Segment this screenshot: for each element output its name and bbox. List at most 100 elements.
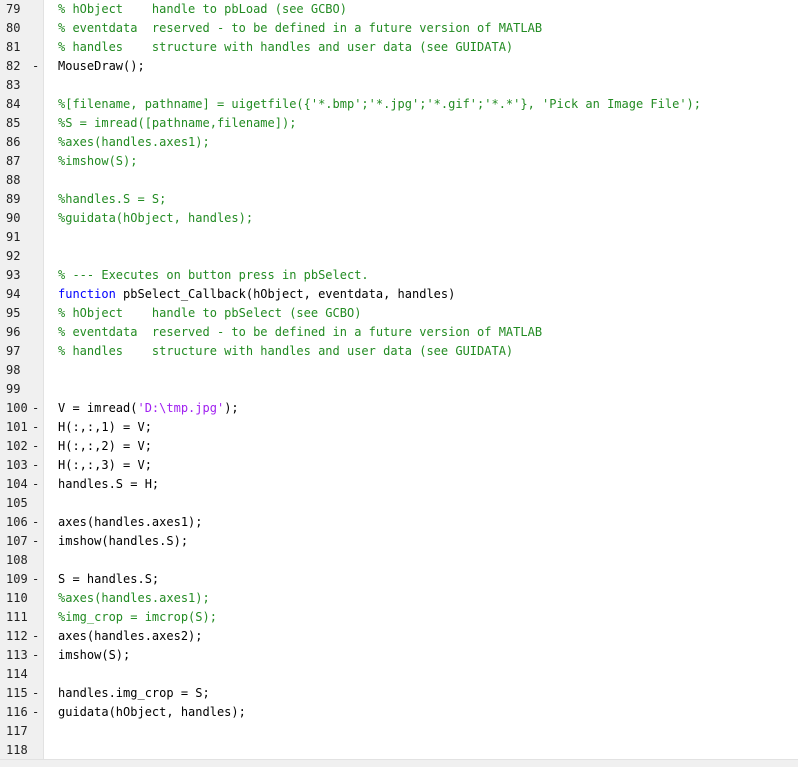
code-line[interactable]: 117 <box>0 722 798 741</box>
code-line[interactable]: 111 %img_crop = imcrop(S); <box>0 608 798 627</box>
breakpoint-marker[interactable]: - <box>32 456 40 475</box>
code-text[interactable]: %guidata(hObject, handles); <box>58 209 253 228</box>
line-number: 116 <box>6 705 28 719</box>
code-line[interactable]: 97 % handles structure with handles and u… <box>0 342 798 361</box>
code-line[interactable]: 101- H(:,:,1) = V; <box>0 418 798 437</box>
code-line[interactable]: 103- H(:,:,3) = V; <box>0 456 798 475</box>
code-line[interactable]: 90 %guidata(hObject, handles); <box>0 209 798 228</box>
code-text[interactable]: axes(handles.axes2); <box>58 627 203 646</box>
breakpoint-marker[interactable]: - <box>32 570 40 589</box>
code-text[interactable]: H(:,:,2) = V; <box>58 437 152 456</box>
breakpoint-marker[interactable]: - <box>32 703 40 722</box>
code-line[interactable]: 93 % --- Executes on button press in pbSe… <box>0 266 798 285</box>
code-text[interactable]: imshow(handles.S); <box>58 532 188 551</box>
code-line[interactable]: 89 %handles.S = S; <box>0 190 798 209</box>
line-number: 104 <box>6 477 28 491</box>
code-text[interactable]: axes(handles.axes1); <box>58 513 203 532</box>
code-text[interactable]: % hObject handle to pbSelect (see GCBO) <box>58 304 361 323</box>
code-token-comment: %S = imread([pathname,filename]); <box>58 116 297 130</box>
code-token-comment: %img_crop = imcrop(S); <box>58 610 217 624</box>
breakpoint-marker[interactable]: - <box>32 437 40 456</box>
code-line[interactable]: 79 % hObject handle to pbLoad (see GCBO) <box>0 0 798 19</box>
code-line[interactable]: 92 <box>0 247 798 266</box>
code-text[interactable]: %imshow(S); <box>58 152 137 171</box>
breakpoint-marker[interactable]: - <box>32 646 40 665</box>
code-text[interactable]: H(:,:,1) = V; <box>58 418 152 437</box>
breakpoint-marker[interactable]: - <box>32 684 40 703</box>
code-token-text: imshow(S); <box>58 648 131 662</box>
code-line[interactable]: 115- handles.img_crop = S; <box>0 684 798 703</box>
line-number: 117 <box>6 724 28 738</box>
breakpoint-marker[interactable]: - <box>32 399 40 418</box>
breakpoint-marker[interactable]: - <box>32 418 40 437</box>
code-text[interactable]: %S = imread([pathname,filename]); <box>58 114 296 133</box>
code-line[interactable]: 82- MouseDraw(); <box>0 57 798 76</box>
code-text[interactable]: % handles structure with handles and use… <box>58 38 513 57</box>
code-token-comment: % handles structure with handles and use… <box>58 344 514 358</box>
code-line[interactable]: 88 <box>0 171 798 190</box>
code-line[interactable]: 98 <box>0 361 798 380</box>
line-number: 114 <box>6 667 28 681</box>
code-line[interactable]: 83 <box>0 76 798 95</box>
code-line[interactable]: 108 <box>0 551 798 570</box>
code-line[interactable]: 114 <box>0 665 798 684</box>
horizontal-scrollbar[interactable] <box>0 759 798 767</box>
code-line[interactable]: 91 <box>0 228 798 247</box>
code-line[interactable]: 86 %axes(handles.axes1); <box>0 133 798 152</box>
code-line[interactable]: 84 %[filename, pathname] = uigetfile({'*.… <box>0 95 798 114</box>
code-text[interactable]: % handles structure with handles and use… <box>58 342 513 361</box>
code-line[interactable]: 116- guidata(hObject, handles); <box>0 703 798 722</box>
code-line[interactable]: 113- imshow(S); <box>0 646 798 665</box>
code-text[interactable]: %axes(handles.axes1); <box>58 133 210 152</box>
code-line[interactable]: 80 % eventdata reserved - to be defined i… <box>0 19 798 38</box>
code-text[interactable]: % hObject handle to pbLoad (see GCBO) <box>58 0 347 19</box>
code-line[interactable]: 106- axes(handles.axes1); <box>0 513 798 532</box>
code-line[interactable]: 96 % eventdata reserved - to be defined i… <box>0 323 798 342</box>
code-text[interactable]: % --- Executes on button press in pbSele… <box>58 266 369 285</box>
line-number: 91 <box>6 230 21 244</box>
code-line[interactable]: 118 <box>0 741 798 760</box>
line-number: 89 <box>6 192 21 206</box>
code-text[interactable]: % eventdata reserved - to be defined in … <box>58 19 542 38</box>
breakpoint-marker[interactable]: - <box>32 513 40 532</box>
code-token-comment: %guidata(hObject, handles); <box>58 211 254 225</box>
code-line[interactable]: 94 function pbSelect_Callback(hObject, ev… <box>0 285 798 304</box>
code-line[interactable]: 81 % handles structure with handles and u… <box>0 38 798 57</box>
code-line[interactable]: 95 % hObject handle to pbSelect (see GCBO… <box>0 304 798 323</box>
code-text[interactable]: S = handles.S; <box>58 570 159 589</box>
code-text[interactable]: handles.img_crop = S; <box>58 684 210 703</box>
code-text[interactable]: %img_crop = imcrop(S); <box>58 608 217 627</box>
code-line[interactable]: 112- axes(handles.axes2); <box>0 627 798 646</box>
line-number: 108 <box>6 553 28 567</box>
line-number: 98 <box>6 363 21 377</box>
code-line[interactable]: 105 <box>0 494 798 513</box>
code-line[interactable]: 100- V = imread('D:\tmp.jpg'); <box>0 399 798 418</box>
code-editor[interactable]: 79 % hObject handle to pbLoad (see GCBO) 8… <box>0 0 798 767</box>
breakpoint-marker[interactable]: - <box>32 57 40 76</box>
code-line[interactable]: 102- H(:,:,2) = V; <box>0 437 798 456</box>
code-text[interactable]: %handles.S = S; <box>58 190 166 209</box>
code-text[interactable]: H(:,:,3) = V; <box>58 456 152 475</box>
code-token-text: MouseDraw(); <box>58 59 145 73</box>
code-text[interactable]: handles.S = H; <box>58 475 159 494</box>
code-line[interactable]: 110 %axes(handles.axes1); <box>0 589 798 608</box>
breakpoint-marker[interactable]: - <box>32 532 40 551</box>
code-text[interactable]: %axes(handles.axes1); <box>58 589 210 608</box>
code-line[interactable]: 104- handles.S = H; <box>0 475 798 494</box>
code-line[interactable]: 99 <box>0 380 798 399</box>
code-lines[interactable]: 79 % hObject handle to pbLoad (see GCBO) 8… <box>0 0 798 760</box>
code-text[interactable]: imshow(S); <box>58 646 130 665</box>
code-text[interactable]: % eventdata reserved - to be defined in … <box>58 323 542 342</box>
code-token-comment: %imshow(S); <box>58 154 138 168</box>
code-text[interactable]: function pbSelect_Callback(hObject, even… <box>58 285 455 304</box>
code-line[interactable]: 109- S = handles.S; <box>0 570 798 589</box>
code-text[interactable]: %[filename, pathname] = uigetfile({'*.bm… <box>58 95 701 114</box>
code-line[interactable]: 107- imshow(handles.S); <box>0 532 798 551</box>
breakpoint-marker[interactable]: - <box>32 475 40 494</box>
code-text[interactable]: MouseDraw(); <box>58 57 145 76</box>
code-line[interactable]: 85 %S = imread([pathname,filename]); <box>0 114 798 133</box>
code-line[interactable]: 87 %imshow(S); <box>0 152 798 171</box>
breakpoint-marker[interactable]: - <box>32 627 40 646</box>
code-text[interactable]: V = imread('D:\tmp.jpg'); <box>58 399 239 418</box>
code-text[interactable]: guidata(hObject, handles); <box>58 703 246 722</box>
